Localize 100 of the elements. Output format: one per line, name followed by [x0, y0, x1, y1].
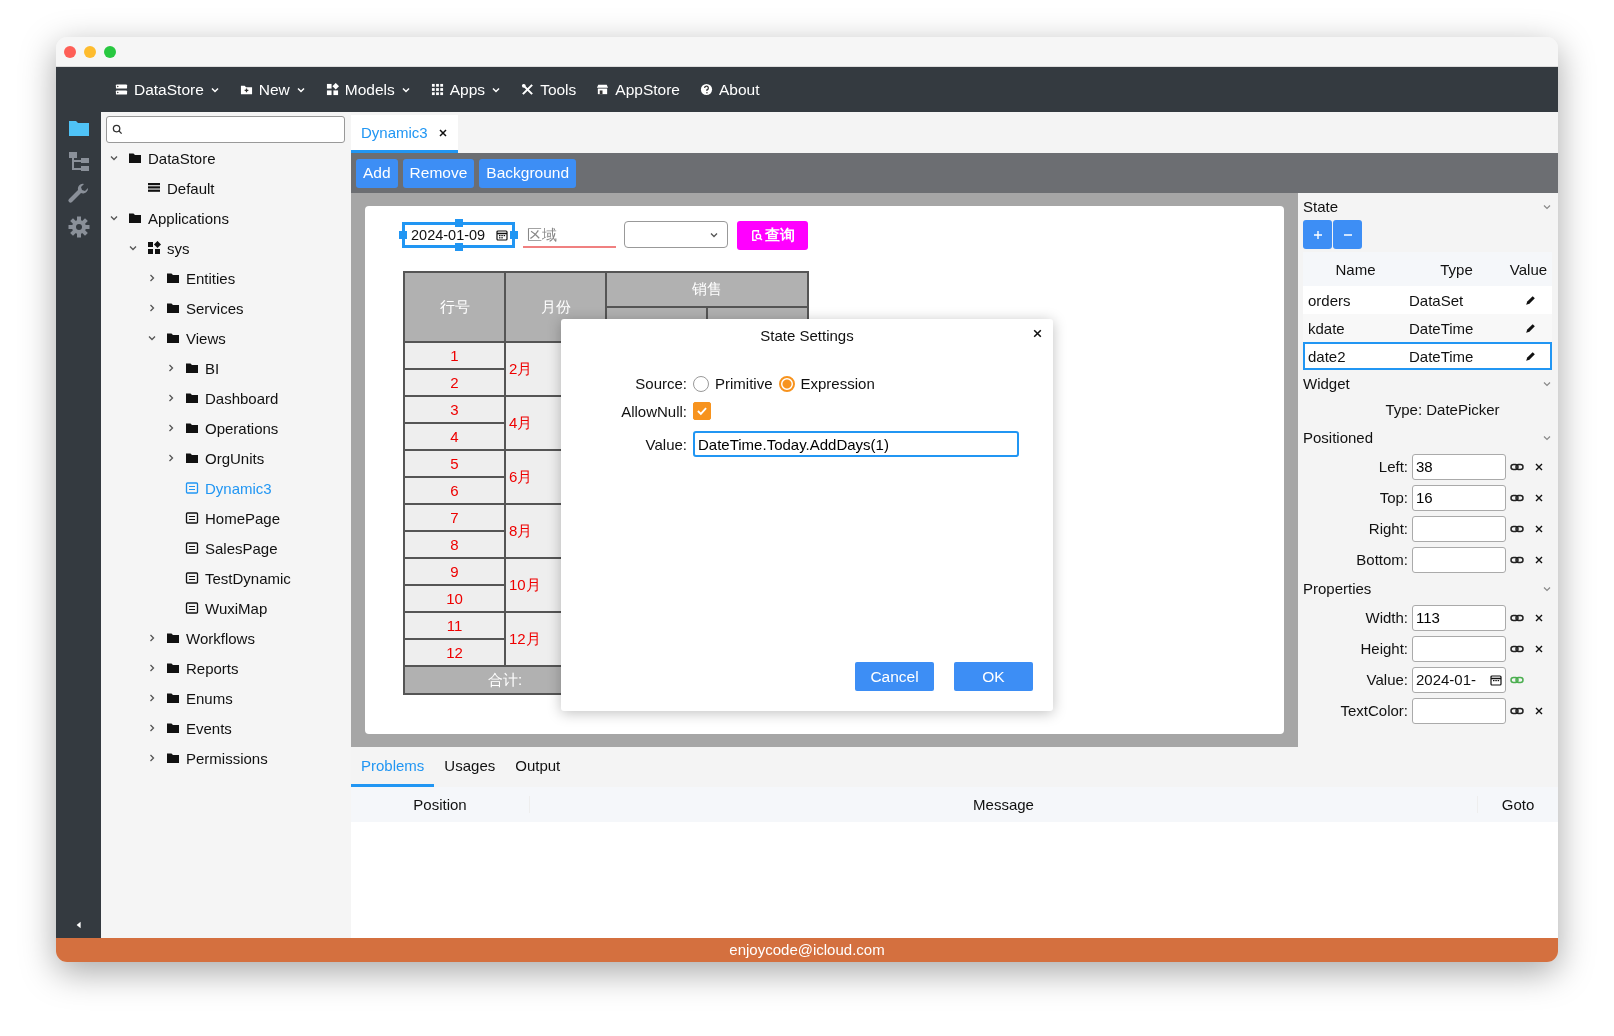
property-field[interactable]: 38	[1412, 453, 1506, 480]
select-field[interactable]	[624, 221, 728, 248]
chevron-down-icon[interactable]	[147, 333, 157, 343]
menu-item[interactable]: Tools	[512, 74, 586, 105]
plus-icon	[1312, 229, 1323, 240]
state-row[interactable]: date2 DateTime	[1303, 342, 1552, 370]
panel-tab[interactable]: Usages	[434, 747, 506, 787]
menu-item[interactable]: Apps	[421, 74, 511, 105]
tree-item[interactable]: BI	[205, 359, 220, 377]
clear-icon[interactable]	[1534, 492, 1544, 503]
pencil-icon[interactable]	[1523, 349, 1537, 363]
blocks-icon	[325, 83, 339, 96]
tree-item[interactable]: Views	[186, 329, 226, 347]
resize-handle[interactable]	[510, 231, 518, 239]
tree-item[interactable]: Services	[186, 299, 244, 317]
chevron-right-icon[interactable]	[147, 753, 157, 763]
property-field[interactable]	[1412, 546, 1506, 573]
server-icon	[115, 83, 128, 96]
pencil-icon[interactable]	[1523, 321, 1537, 335]
menu-item[interactable]: AppStore	[587, 74, 689, 105]
date-picker[interactable]: 2024-01-09	[402, 222, 515, 248]
chevron-down-icon[interactable]	[128, 243, 138, 253]
tree-item[interactable]: Enums	[186, 689, 233, 707]
folder-icon	[166, 691, 180, 705]
tree-item[interactable]: Workflows	[186, 629, 255, 647]
state-row[interactable]: kdate DateTime	[1303, 314, 1552, 342]
state-row[interactable]: orders DataSet	[1303, 286, 1552, 314]
tree-item[interactable]: Events	[186, 719, 232, 737]
clear-icon[interactable]	[1534, 461, 1544, 472]
checkbox[interactable]	[693, 402, 711, 420]
menu-item[interactable]: New	[230, 74, 315, 105]
link-icon[interactable]	[1510, 612, 1524, 623]
chevron-right-icon[interactable]	[166, 393, 176, 403]
link-icon[interactable]	[1510, 461, 1524, 472]
menu-item[interactable]: DataStore	[106, 74, 229, 105]
chevron-right-icon[interactable]	[147, 723, 157, 733]
tree-item[interactable]: Reports	[186, 659, 239, 677]
tree-item[interactable]: WuxiMap	[205, 599, 268, 617]
property-field[interactable]: 113	[1412, 604, 1506, 631]
close-icon[interactable]	[1032, 328, 1043, 339]
chevron-right-icon[interactable]	[147, 273, 157, 283]
folder-icon	[185, 451, 199, 465]
settings-icon[interactable]	[66, 215, 91, 239]
add-button[interactable]	[1303, 220, 1332, 249]
link-icon[interactable]	[1510, 492, 1524, 503]
radio-option[interactable]: Primitive	[693, 375, 773, 392]
chevron-right-icon[interactable]	[166, 453, 176, 463]
tree-item[interactable]: OrgUnits	[205, 449, 265, 467]
clear-icon[interactable]	[1534, 643, 1544, 654]
search-icon	[112, 124, 123, 135]
radio-option[interactable]: Expression	[778, 375, 875, 392]
resize-handle[interactable]	[454, 219, 463, 227]
value-input-field[interactable]: DateTime.Today.AddDays(1)	[693, 431, 1019, 457]
clear-icon[interactable]	[1534, 523, 1544, 534]
link-icon[interactable]	[1510, 705, 1524, 716]
hierarchy-icon[interactable]	[66, 149, 91, 173]
tree-item[interactable]: Default	[167, 179, 215, 197]
collapse-sidebar-icon[interactable]	[74, 920, 83, 930]
radio-button[interactable]	[693, 375, 709, 392]
close-icon[interactable]	[437, 127, 448, 138]
tree-item[interactable]: sys	[167, 239, 190, 257]
chevron-right-icon[interactable]	[147, 663, 157, 673]
menu-item[interactable]: Models	[316, 74, 420, 105]
tree-item[interactable]: HomePage	[205, 509, 281, 527]
tree-item[interactable]: DataStore	[148, 149, 216, 167]
chevron-right-icon[interactable]	[166, 363, 176, 373]
tree-item[interactable]: Applications	[148, 209, 229, 227]
property-field[interactable]: 16	[1412, 484, 1506, 511]
clear-icon[interactable]	[1534, 705, 1544, 716]
pencil-icon[interactable]	[1523, 293, 1537, 307]
date-field[interactable]: 2024-01-	[1412, 666, 1506, 693]
link-icon[interactable]	[1510, 554, 1524, 565]
close-window-button[interactable]	[64, 45, 76, 58]
tree-item[interactable]: Dashboard	[205, 389, 279, 407]
clear-icon[interactable]	[1534, 554, 1544, 565]
clear-icon[interactable]	[1534, 612, 1544, 623]
tree-item[interactable]: Operations	[205, 419, 279, 437]
link-icon[interactable]	[1510, 643, 1524, 654]
tree-item[interactable]: Permissions	[186, 749, 268, 767]
menu-item[interactable]: About	[690, 74, 769, 105]
tree-item[interactable]: Entities	[186, 269, 236, 287]
link-icon[interactable]	[1510, 523, 1524, 534]
radio-button[interactable]	[778, 375, 795, 392]
chevron-right-icon[interactable]	[147, 303, 157, 313]
tree-item[interactable]: TestDynamic	[205, 569, 291, 587]
chevron-down-icon[interactable]	[109, 153, 119, 163]
property-field[interactable]	[1412, 515, 1506, 542]
wrench-icon[interactable]	[66, 182, 91, 206]
tree-item[interactable]: SalesPage	[205, 539, 278, 557]
chevron-right-icon[interactable]	[166, 423, 176, 433]
chevron-down-icon[interactable]	[109, 213, 119, 223]
property-field[interactable]	[1412, 697, 1506, 724]
resize-handle[interactable]	[399, 231, 407, 239]
panel-tab[interactable]: Output	[505, 747, 571, 787]
property-field[interactable]	[1412, 635, 1506, 662]
chevron-right-icon[interactable]	[147, 633, 157, 643]
remove-button[interactable]	[1333, 220, 1362, 249]
chevron-right-icon[interactable]	[147, 693, 157, 703]
search-field[interactable]	[106, 116, 345, 143]
resize-handle[interactable]	[454, 243, 463, 251]
